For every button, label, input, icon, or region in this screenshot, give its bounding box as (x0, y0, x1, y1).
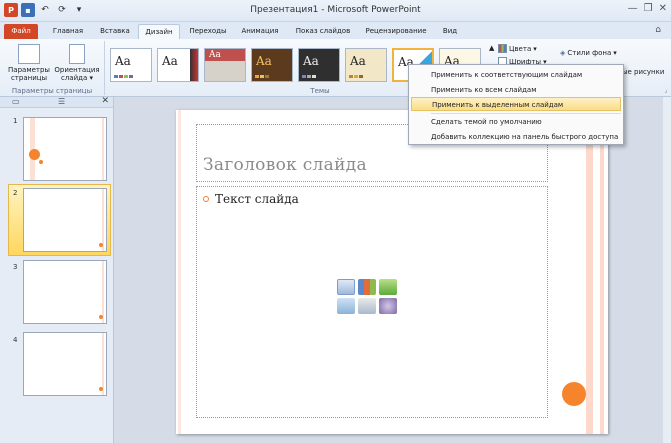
theme-angles[interactable]: Aa (204, 48, 246, 82)
slide-orientation-button[interactable]: Ориентация слайда ▾ (54, 44, 100, 82)
thumb-number: 1 (13, 117, 18, 125)
hide-background-checkbox[interactable]: ые рисунки (622, 68, 664, 76)
page-setup-button[interactable]: Параметры страницы (6, 44, 52, 82)
title-bar: P ▪ ↶ ⟳ ▾ Презентация1 - Microsoft Power… (0, 0, 671, 22)
close-button[interactable]: ✕ (659, 3, 667, 14)
tab-insert[interactable]: Вставка (96, 24, 134, 39)
tab-home[interactable]: Главная (48, 24, 88, 39)
window-title: Презентация1 - Microsoft PowerPoint (250, 5, 421, 15)
insert-smartart-icon[interactable] (379, 279, 397, 295)
theme-adjacency[interactable]: Aa (157, 48, 199, 82)
page-setup-icon (18, 44, 40, 64)
orientation-icon (69, 44, 85, 64)
insert-picture-icon[interactable] (337, 298, 355, 314)
background-styles-icon: ◈ (560, 49, 566, 57)
insert-clipart-icon[interactable] (358, 298, 376, 314)
slide-editor: Заголовок слайда Текст слайда (114, 97, 671, 443)
tab-animation[interactable]: Анимация (236, 24, 284, 39)
theme-context-menu: Применить к соответствующим слайдам Прим… (408, 64, 624, 145)
theme-black-tie[interactable]: Aa (298, 48, 340, 82)
group-label-themes: Темы (310, 87, 330, 95)
slide-thumbnail-1[interactable] (23, 117, 107, 181)
close-pane-icon[interactable]: ✕ (101, 96, 109, 106)
outline-tab-icon[interactable]: ☰ (58, 97, 65, 106)
theme-office[interactable]: Aa (110, 48, 152, 82)
colors-button[interactable]: Цвета ▾ (498, 44, 537, 53)
tab-review[interactable]: Рецензирование (362, 24, 430, 39)
background-styles-button[interactable]: ◈ Стили фона ▾ (560, 49, 617, 57)
decorative-circle (562, 382, 586, 406)
tab-transitions[interactable]: Переходы (186, 24, 230, 39)
thumb-number: 3 (13, 263, 18, 271)
tab-view[interactable]: Вид (436, 24, 464, 39)
content-insert-icons (337, 279, 397, 314)
dialog-launcher-icon[interactable]: ⌟ (664, 87, 667, 94)
current-slide: Заголовок слайда Текст слайда (176, 110, 608, 434)
slide-body-text: Текст слайда (215, 192, 299, 206)
slide-thumbnail-3[interactable] (23, 260, 107, 324)
pane-header: ▭ ☰ ✕ (0, 96, 113, 108)
tab-design[interactable]: Дизайн (138, 24, 180, 39)
slides-pane: ▭ ☰ ✕ 1 2 3 4 (0, 96, 114, 443)
ribbon-tabs: Файл Главная Вставка Дизайн Переходы Ани… (0, 22, 671, 39)
bullet-icon (203, 196, 209, 202)
menu-apply-matching[interactable]: Применить к соответствующим слайдам (411, 68, 621, 82)
menu-apply-selected[interactable]: Применить к выделенным слайдам (411, 97, 621, 111)
ribbon-collapse-icon[interactable]: ⌂ (655, 25, 661, 35)
insert-media-icon[interactable] (379, 298, 397, 314)
slide-thumbnail-2[interactable] (23, 188, 107, 252)
insert-chart-icon[interactable] (358, 279, 376, 295)
theme-apex[interactable]: Aa (251, 48, 293, 82)
editor-scrollbar[interactable] (663, 97, 671, 443)
theme-civic[interactable]: Aa (345, 48, 387, 82)
menu-apply-all[interactable]: Применить ко всем слайдам (411, 83, 621, 97)
minimize-button[interactable]: — (628, 3, 638, 14)
gallery-scroll-icon[interactable]: ▲ (489, 44, 494, 52)
thumb-number: 2 (13, 189, 18, 197)
content-placeholder[interactable]: Текст слайда (196, 186, 548, 418)
thumb-number: 4 (13, 336, 18, 344)
restore-button[interactable]: ❐ (644, 3, 653, 14)
slide-thumbnail-4[interactable] (23, 332, 107, 396)
menu-set-default[interactable]: Сделать темой по умолчанию (411, 115, 621, 129)
group-separator (104, 41, 105, 95)
tab-slide-show[interactable]: Показ слайдов (292, 24, 354, 39)
menu-add-to-qat[interactable]: Добавить коллекцию на панель быстрого до… (411, 130, 621, 144)
group-label-page-setup: Параметры страницы (11, 87, 93, 95)
tab-file[interactable]: Файл (4, 24, 38, 39)
colors-icon (498, 44, 507, 53)
slide-title: Заголовок слайда (203, 155, 367, 175)
insert-table-icon[interactable] (337, 279, 355, 295)
slides-tab-icon[interactable]: ▭ (12, 97, 20, 106)
